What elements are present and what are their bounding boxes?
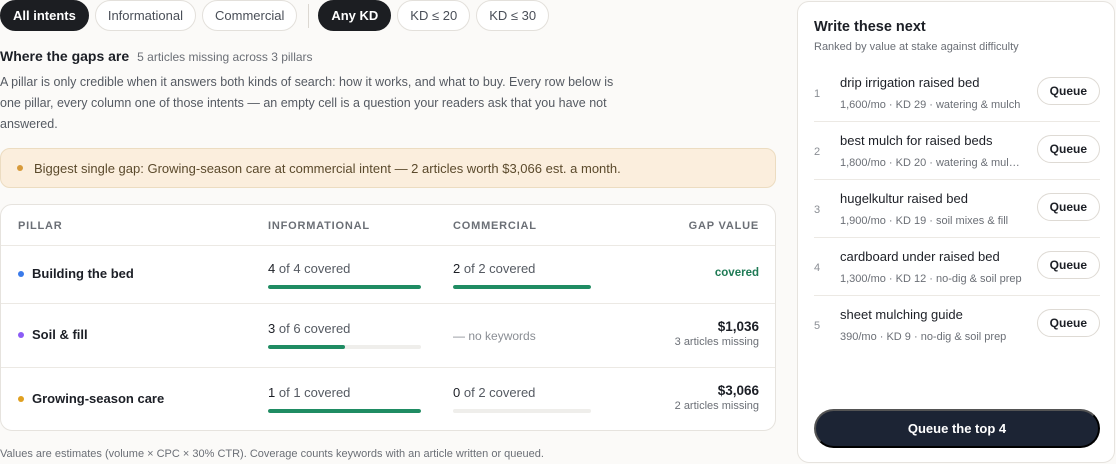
queue-keyword: cardboard under raised bed: [840, 249, 1000, 264]
queue-keyword: hugelkultur raised bed: [840, 191, 968, 206]
queue-rank: 3: [814, 204, 821, 216]
table-row[interactable]: Growing-season care 1 of 1 covered 0 of …: [1, 368, 775, 430]
gaps-subtitle: 5 articles missing across 3 pillars: [137, 50, 313, 64]
queue-button[interactable]: Queue: [1036, 77, 1100, 105]
pillar-dot-icon: [18, 332, 24, 338]
gap-missing: 3 articles missing: [674, 336, 759, 348]
header-gap-value: GAP VALUE: [688, 220, 759, 232]
callout-text: Biggest single gap: Growing-season care …: [34, 160, 621, 176]
queue-button[interactable]: Queue: [1036, 193, 1100, 221]
gap-covered-tag: covered: [714, 267, 759, 279]
queue-item: 1 drip irrigation raised bed 1,600/mo · …: [814, 64, 1100, 122]
queue-meta: 390/mo · KD 9 · no-dig & soil prep: [840, 331, 1007, 343]
pillar-dot-icon: [18, 271, 24, 277]
queue-rank: 2: [814, 146, 821, 158]
filter-divider: [308, 3, 310, 28]
queue-meta: 1,300/mo · KD 12 · no-dig & soil prep: [840, 273, 1022, 285]
comm-coverage: 0 of 2 covered: [453, 385, 536, 400]
callout-dot-icon: [17, 165, 23, 171]
filter-any-kd[interactable]: Any KD: [318, 0, 392, 31]
queue-button[interactable]: Queue: [1036, 251, 1100, 279]
filter-informational[interactable]: Informational: [94, 0, 196, 31]
filter-kd-20[interactable]: KD ≤ 20: [397, 0, 471, 31]
queue-meta: 1,900/mo · KD 19 · soil mixes & fill: [840, 215, 1009, 227]
comm-coverage: 2 of 2 covered: [453, 261, 536, 276]
write-next-panel: Write these next Ranked by value at stak…: [797, 1, 1115, 463]
table-row[interactable]: Soil & fill 3 of 6 covered — no keywords…: [1, 304, 775, 368]
info-coverage: 4 of 4 covered: [268, 261, 351, 276]
panel-subtitle: Ranked by value at stake against difficu…: [814, 41, 1019, 53]
queue-rank: 5: [814, 320, 821, 332]
comm-progress-bar: [453, 285, 591, 289]
queue-meta: 1,800/mo · KD 20 · watering & mul…: [840, 157, 1020, 169]
queue-item: 3 hugelkultur raised bed 1,900/mo · KD 1…: [814, 180, 1100, 238]
queue-rank: 1: [814, 88, 821, 100]
gaps-header: Where the gaps are 5 articles missing ac…: [0, 48, 313, 64]
queue-keyword: best mulch for raised beds: [840, 133, 993, 148]
queue-item: 5 sheet mulching guide 390/mo · KD 9 · n…: [814, 296, 1100, 354]
coverage-table: PILLAR INFORMATIONAL COMMERCIAL GAP VALU…: [0, 204, 776, 431]
info-progress-bar: [268, 409, 421, 413]
queue-meta: 1,600/mo · KD 29 · watering & mulch: [840, 99, 1021, 111]
info-progress-bar: [268, 285, 421, 289]
queue-top-button[interactable]: Queue the top 4: [814, 409, 1100, 448]
table-row[interactable]: Building the bed 4 of 4 covered 2 of 2 c…: [1, 246, 775, 304]
filter-commercial[interactable]: Commercial: [202, 0, 298, 31]
gap-missing: 2 articles missing: [674, 400, 759, 412]
pillar-dot-icon: [18, 396, 24, 402]
header-pillar: PILLAR: [18, 220, 63, 232]
gap-amount: $1,036: [717, 319, 759, 334]
header-informational: INFORMATIONAL: [268, 220, 370, 232]
queue-button[interactable]: Queue: [1036, 135, 1100, 163]
gap-value: $1,036 3 articles missing: [675, 319, 759, 348]
queue-item: 2 best mulch for raised beds 1,800/mo · …: [814, 122, 1100, 180]
pillar-name: Building the bed: [32, 266, 134, 281]
filter-bar: All intents Informational Commercial Any…: [0, 0, 555, 31]
info-coverage: 1 of 1 covered: [268, 385, 351, 400]
gap-amount: $3,066: [717, 383, 759, 398]
panel-title: Write these next: [814, 19, 926, 35]
pillar-name: Growing-season care: [32, 391, 165, 406]
header-commercial: COMMERCIAL: [453, 220, 537, 232]
comm-progress-bar: [453, 409, 591, 413]
queue-keyword: drip irrigation raised bed: [840, 75, 980, 90]
comm-no-keywords: — no keywords: [453, 329, 536, 343]
biggest-gap-callout: Biggest single gap: Growing-season care …: [0, 148, 776, 188]
gaps-intro: A pillar is only credible when it answer…: [0, 75, 614, 131]
queue-rank: 4: [814, 262, 821, 274]
queue-keyword: sheet mulching guide: [840, 307, 963, 322]
queue-button[interactable]: Queue: [1036, 309, 1100, 337]
table-header: PILLAR INFORMATIONAL COMMERCIAL GAP VALU…: [1, 205, 775, 246]
gap-value: $3,066 2 articles missing: [675, 383, 759, 412]
info-coverage: 3 of 6 covered: [268, 321, 351, 336]
filter-all-intents[interactable]: All intents: [0, 0, 89, 31]
queue-item: 4 cardboard under raised bed 1,300/mo · …: [814, 238, 1100, 296]
filter-kd-30[interactable]: KD ≤ 30: [476, 0, 550, 31]
gaps-title: Where the gaps are: [0, 48, 130, 64]
footnote: Values are estimates (volume × CPC × 30%…: [0, 448, 544, 460]
pillar-name: Soil & fill: [32, 327, 88, 342]
info-progress-bar: [268, 345, 421, 349]
